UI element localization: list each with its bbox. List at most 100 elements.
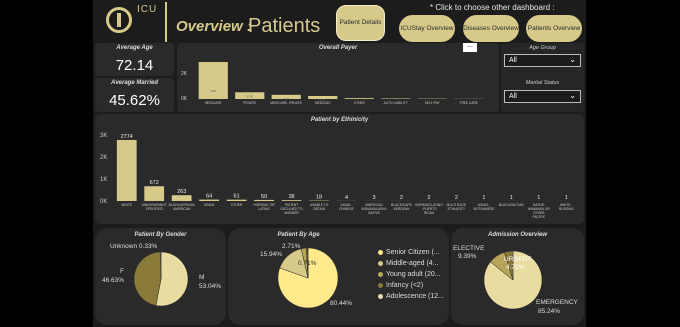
- ethnicity-data-label: 2: [427, 195, 430, 201]
- ethnicity-x-tick: WHITE: [121, 203, 132, 207]
- ethnicity-data-label: 2: [455, 195, 458, 201]
- admission-label-urgent: URGENT: [504, 256, 532, 263]
- age-legend-item[interactable]: Young adult (20...: [378, 271, 441, 278]
- age-legend-label: Young adult (20...: [386, 271, 441, 278]
- ethnicity-x-tick: PACIFIC: [532, 215, 545, 219]
- ethnicity-data-label: 61: [234, 194, 240, 200]
- gender-label-m: M: [199, 274, 205, 281]
- age-legend-label: Adolescence (12...: [386, 293, 444, 300]
- ethnicity-x-tick: VIETNAMESE: [473, 207, 495, 211]
- dashboard-frame: ICU Overview : Patients Patient Details …: [93, 0, 586, 327]
- marital-status-value: All: [509, 93, 517, 100]
- filters-panel: Age Group All ⌄ Marital Status All ⌄: [501, 43, 584, 112]
- legend-dot-icon: [378, 293, 383, 299]
- age-chart-panel: Patient By Age 2.71% 15.94% 0.71% 80.44%…: [228, 228, 449, 325]
- age-legend-item[interactable]: Infancy (<2): [378, 282, 423, 289]
- payer-data-label: 0.7K: [247, 94, 253, 98]
- ethnicity-y-tick: 0K: [100, 199, 107, 205]
- ethnicity-x-tick: OTHER: [231, 203, 243, 207]
- ethnicity-x-tick: BLACK/HAITIAN: [499, 203, 524, 207]
- admission-label-emergency: EMERGENCY: [536, 299, 578, 306]
- ethnicity-data-label: 4: [345, 195, 348, 201]
- gender-label-unknown: Unknown 0.33%: [110, 243, 158, 250]
- ethnicity-data-label: 3: [372, 195, 375, 201]
- payer-chart-panel: Overall Payer ... 2K 0K 4.5K MEDICARE 0.7K PR…: [177, 42, 499, 112]
- header: ICU Overview : Patients Patient Details …: [93, 0, 586, 44]
- header-divider: [165, 2, 167, 42]
- avg-age-card: Average Age 72.14: [95, 43, 174, 76]
- patient-details-button[interactable]: Patient Details: [336, 5, 385, 41]
- avg-age-value: 72.14: [115, 57, 154, 74]
- age-label-3: 0.71%: [298, 260, 317, 267]
- admission-label-elective-pct: 9.39%: [458, 253, 477, 260]
- logo-text: ICU: [137, 4, 158, 15]
- payer-x-tick: MEDICAID: [315, 101, 331, 105]
- payer-x-tick: AUTO LIABILITY: [384, 101, 409, 105]
- payer-bar: [198, 62, 228, 99]
- chevron-down-icon: ⌄: [569, 55, 576, 64]
- age-label-1: 15.94%: [260, 251, 283, 258]
- chevron-down-icon: ⌄: [569, 91, 576, 100]
- ethnicity-bar: [254, 199, 274, 201]
- ethnicity-data-label: 18: [316, 195, 322, 201]
- ethnicity-x-tick: NATIVE: [368, 211, 380, 215]
- payer-y-tick: 2K: [181, 71, 188, 77]
- ethnicity-bar: [144, 186, 165, 201]
- age-group-label: Age Group: [529, 45, 556, 51]
- ethnicity-y-tick: 1K: [100, 177, 107, 183]
- age-legend-item[interactable]: Senior Citizen (...: [378, 249, 440, 256]
- avg-married-value: 45.62%: [109, 92, 160, 109]
- payer-x-tick: MEDICARE: [205, 101, 222, 105]
- icustay-overview-button[interactable]: ICUStay Overview: [399, 15, 455, 42]
- ethnicity-data-label: 50: [261, 194, 267, 200]
- payer-bar: [381, 98, 411, 99]
- ethnicity-bar-chart: 3K2K1K0K2774WHITE672UNKNOWN/NOTSPECIFIED…: [100, 133, 577, 219]
- ethnicity-data-label: 38: [288, 194, 294, 200]
- ethnicity-data-label: 64: [206, 194, 212, 200]
- admission-chart-panel: Admission Overview ELECTIVE 9.39% URGENT…: [451, 228, 584, 325]
- payer-x-tick: SELF-PAY: [425, 101, 441, 105]
- ethnicity-x-tick: VERDEAN: [393, 207, 410, 211]
- payer-x-tick: PRIVATE: [243, 101, 256, 105]
- ethnicity-x-tick: OBTAIN: [313, 207, 326, 211]
- payer-bar-chart: 2K0K4.5KMEDICARE0.7KPRIVATE0.4KMEDICARE,…: [181, 62, 484, 105]
- ethnicity-y-tick: 2K: [100, 155, 107, 161]
- ethnicity-x-tick: LATINO: [258, 207, 270, 211]
- ethnicity-bar: [281, 200, 302, 201]
- ethnicity-data-label: 1: [565, 195, 568, 201]
- ethnicity-x-tick: AMERICAN: [173, 207, 191, 211]
- ethnicity-data-label: 2774: [121, 134, 133, 140]
- marital-status-select[interactable]: All ⌄: [504, 90, 581, 103]
- gender-label-f: F: [120, 268, 124, 275]
- diseases-overview-button[interactable]: Diseases Overview: [463, 15, 519, 42]
- payer-y-tick: 0K: [181, 96, 188, 102]
- patients-overview-button[interactable]: Patients Overview: [526, 15, 582, 42]
- avg-age-label: Average Age: [116, 45, 153, 51]
- admission-label-elective: ELECTIVE: [453, 245, 485, 252]
- ethnicity-x-tick: SPECIFIED: [146, 207, 164, 211]
- ethnicity-data-label: 2: [400, 195, 403, 201]
- marital-status-label: Marital Status: [525, 80, 560, 86]
- avg-married-card: Average Married 45.62%: [95, 78, 174, 112]
- ethnicity-data-label: 1: [537, 195, 540, 201]
- payer-bar: [344, 98, 374, 99]
- age-legend-label: Senior Citizen (...: [386, 249, 440, 256]
- age-legend-item[interactable]: Middle-aged (4...: [378, 260, 439, 267]
- gender-label-f-pct: 46.63%: [102, 277, 125, 284]
- ethnicity-bar: [116, 139, 137, 201]
- ethnicity-data-label: 1: [510, 195, 513, 201]
- ethnicity-data-label: 263: [177, 189, 186, 195]
- age-legend-item[interactable]: Adolescence (12...: [378, 293, 444, 300]
- admission-label-urgent-pct: 4.72%: [506, 264, 525, 271]
- legend-dot-icon: [378, 249, 383, 255]
- age-label-0: 80.44%: [330, 300, 353, 307]
- age-group-select[interactable]: All ⌄: [504, 54, 581, 67]
- admission-label-emergency-pct: 85.24%: [538, 308, 561, 315]
- age-legend-label: Infancy (<2): [386, 282, 424, 289]
- dashboard-hint: * Click to choose other dashboard :: [430, 3, 555, 12]
- ethnicity-chart-panel: Patient by Ethinicity 3K 2K 1K 0K 2774 WHITE 6…: [95, 114, 584, 224]
- payer-data-label: 4.5K: [210, 89, 216, 93]
- age-label-2: 2.71%: [282, 243, 301, 250]
- age-legend-label: Middle-aged (4...: [386, 260, 439, 267]
- age-group-value: All: [509, 57, 517, 64]
